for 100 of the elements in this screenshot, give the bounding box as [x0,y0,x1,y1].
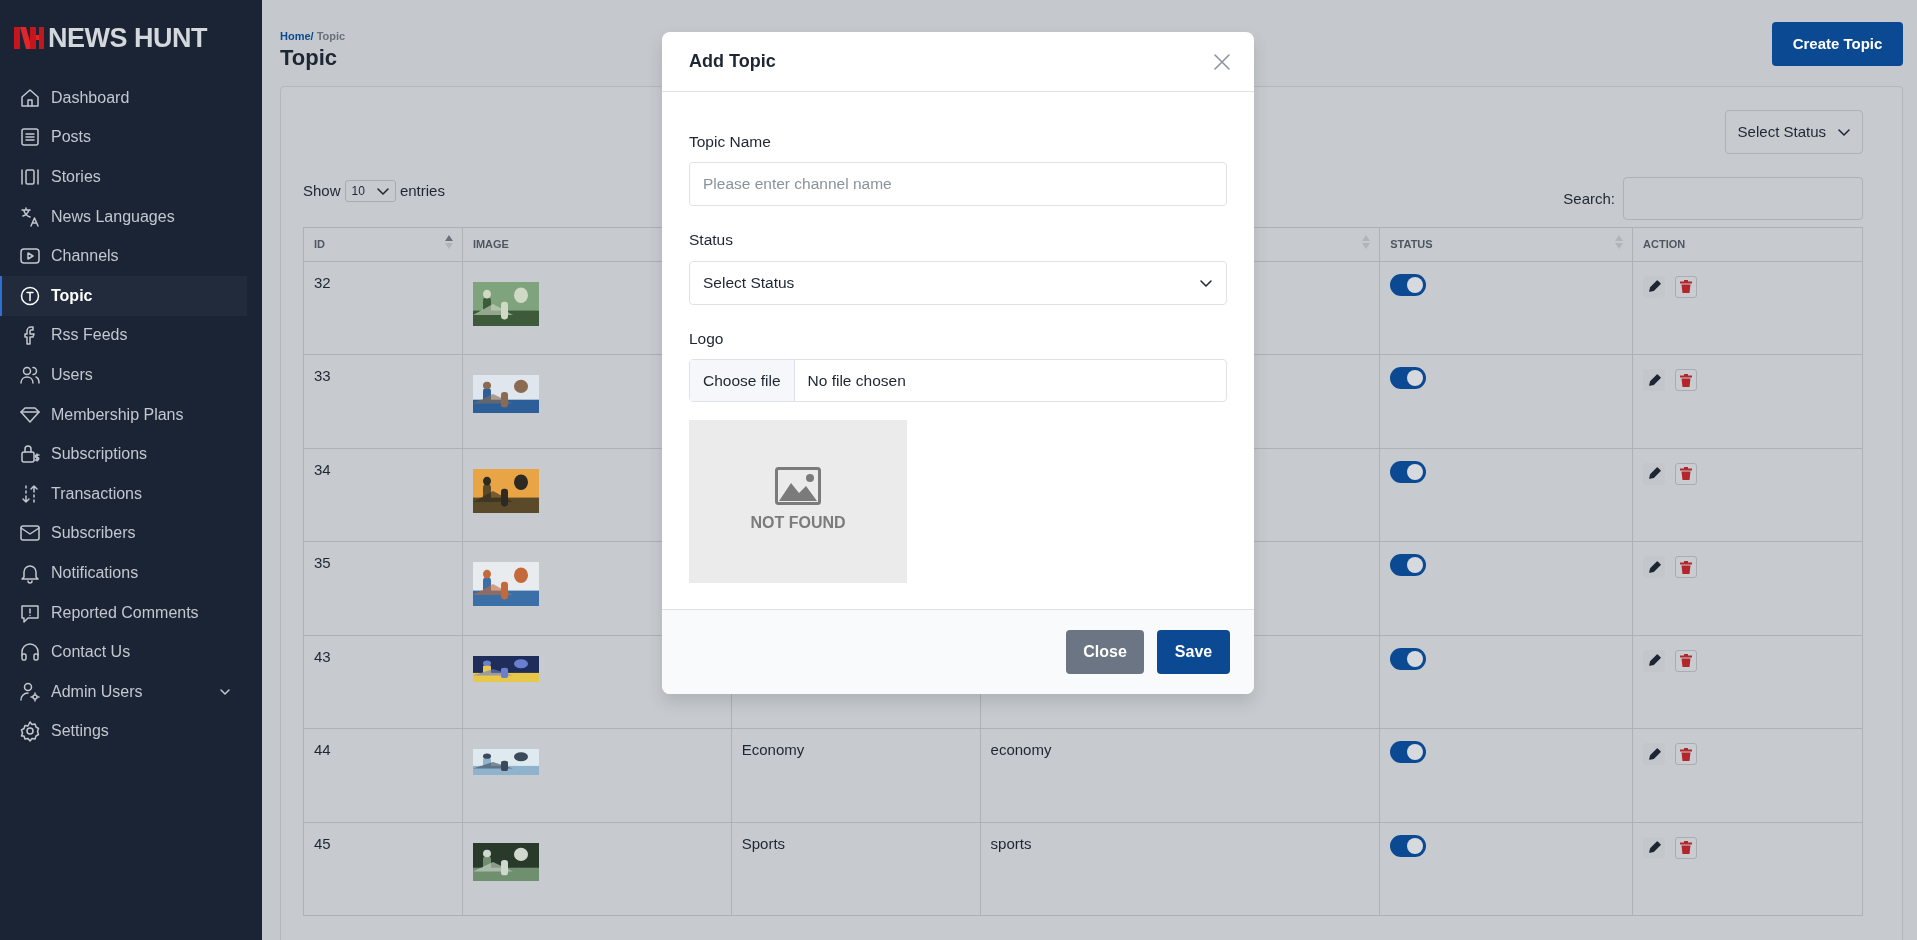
sidebar-item[interactable]: Settings [0,711,247,752]
edit-button[interactable] [1643,462,1666,485]
translate-icon [19,205,41,228]
pencil-icon [1647,654,1661,668]
edit-button[interactable] [1643,556,1666,579]
sidebar-item[interactable]: News Languages [0,196,247,237]
file-field[interactable]: Choose file No file chosen [689,358,1227,402]
create-topic-button[interactable]: Create Topic [1772,22,1903,66]
close-icon [1214,54,1230,71]
edit-button[interactable] [1643,836,1666,859]
sidebar-item[interactable]: Reported Comments [0,592,247,633]
status-toggle[interactable] [1390,367,1427,390]
column-header: ID [314,238,325,251]
file-name: No file chosen [806,370,907,391]
status-select[interactable]: Select Status [689,260,1227,305]
pencil-icon [1647,747,1661,761]
trash-icon [1680,654,1693,668]
field-label: Topic Name [689,132,772,152]
pencil-icon [1647,841,1661,855]
edit-button[interactable] [1643,743,1666,766]
status-filter[interactable]: Select Status [1724,109,1863,155]
sidebar-item[interactable]: Transactions [0,473,247,514]
trash-icon [1680,373,1693,387]
stories-icon [19,166,41,188]
delete-button[interactable] [1675,836,1698,859]
pencil-icon [1647,560,1661,574]
edit-button[interactable] [1643,275,1666,298]
search-field[interactable] [1623,177,1863,221]
sidebar-item[interactable]: Notifications [0,553,247,593]
status-toggle[interactable] [1390,741,1427,764]
column-header: IMAGE [472,238,509,251]
sidebar-item[interactable]: Users [0,355,247,395]
input-field[interactable]: Please enter channel name [689,162,1227,207]
status-toggle[interactable] [1390,647,1427,670]
delete-button[interactable] [1675,556,1698,579]
chevron-icon [1838,126,1850,139]
dialog-title: Add Topic [689,50,776,73]
logo-icon [14,26,44,50]
breadcrumb-link[interactable]: Home/ [280,30,314,42]
slug-cell: sports [990,834,1032,852]
delete-button[interactable] [1675,743,1698,766]
save-button[interactable]: Save [1157,629,1230,674]
sidebar-item[interactable]: Membership Plans [0,394,247,435]
sidebar-item[interactable]: Admin Users [0,671,247,712]
field-label: Logo [689,328,725,349]
sidebar-item[interactable]: Subscriptions [0,434,247,474]
trash-icon [1680,560,1693,574]
edit-button[interactable] [1643,369,1666,392]
status-toggle[interactable] [1390,834,1427,857]
sidebar-item[interactable]: Posts [0,117,247,158]
column-header: ACTION [1643,238,1686,251]
sidebar-item[interactable]: Dashboard [0,78,247,118]
topic-icon [19,284,41,307]
sort-icon[interactable] [444,235,453,250]
sidebar-item[interactable]: Stories [0,157,247,197]
home-icon [19,86,41,109]
breadcrumb-current: Topic [316,30,346,42]
id-cell: 43 [314,647,331,665]
pencil-icon [1647,373,1661,387]
id-cell: 44 [314,741,331,759]
name-cell: Economy [741,741,805,759]
delete-button[interactable] [1675,275,1698,298]
sidebar-item[interactable]: Contact Us [0,632,247,672]
slug-cell: economy [990,741,1052,759]
delete-button[interactable] [1675,369,1698,392]
sidebar-item[interactable]: Rss Feeds [0,315,247,356]
entries-select[interactable]: 10 [344,180,396,203]
sidebar-item[interactable]: Channels [0,236,247,276]
column-header: STATUS [1390,238,1433,251]
settings-icon [19,720,41,743]
transfer-icon [19,482,41,505]
trash-icon [1680,747,1693,761]
id-cell: 33 [314,367,331,385]
brand-name: NEWS HUNT [48,24,207,52]
choose-file-button[interactable]: Choose file [690,359,795,401]
close-dialog-button[interactable]: Close [1066,629,1144,674]
delete-button[interactable] [1675,462,1698,485]
headphones-icon [19,641,41,664]
sidebar-item[interactable]: Subscribers [0,513,247,554]
entries-label: entries [399,180,445,201]
show-label: Show [303,180,341,201]
trash-icon [1680,280,1693,294]
edit-button[interactable] [1643,649,1666,672]
image-icon [775,467,821,506]
name-cell: Sports [741,834,786,852]
list-icon [19,126,41,149]
user-gear-icon [19,680,41,703]
delete-button[interactable] [1675,649,1698,672]
sidebar-item[interactable]: Topic [0,275,247,316]
id-cell: 34 [314,460,331,478]
status-toggle[interactable] [1390,554,1427,577]
lock-dollar-icon [19,443,41,466]
status-toggle[interactable] [1390,273,1427,296]
pencil-icon [1647,467,1661,481]
search-label: Search: [1563,188,1615,209]
chevron-icon [376,185,389,198]
page-title: Topic [280,44,339,71]
status-toggle[interactable] [1390,460,1427,483]
id-cell: 45 [314,834,331,852]
not-found-text: NOT FOUND [750,513,846,534]
